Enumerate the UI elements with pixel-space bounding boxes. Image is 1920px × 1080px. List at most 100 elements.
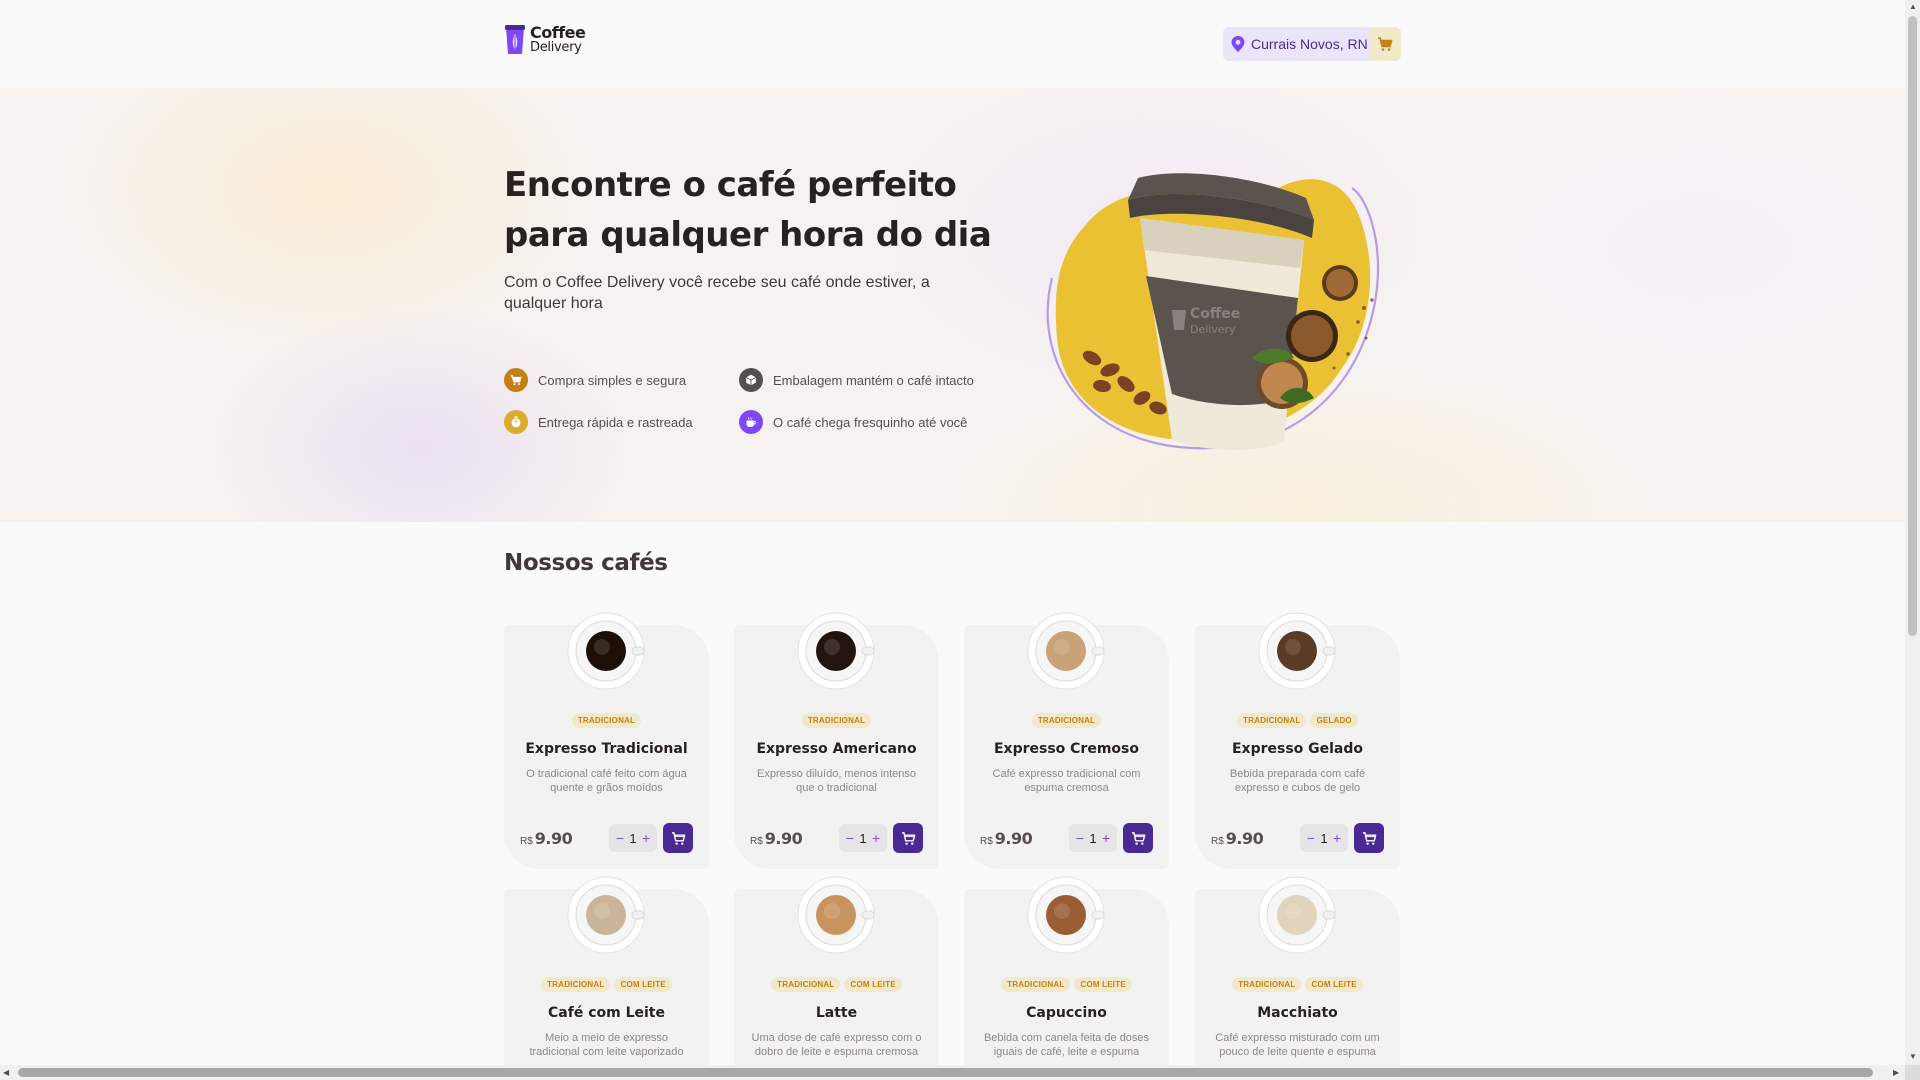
- add-to-cart-button[interactable]: [1354, 823, 1384, 853]
- horizontal-scrollbar[interactable]: ◀ ▶: [0, 1065, 1905, 1080]
- product-tags: TRADICIONAL: [964, 713, 1169, 728]
- quantity-stepper[interactable]: − 1 +: [839, 824, 887, 852]
- product-tags: TRADICIONAL COM LEITE: [734, 977, 939, 992]
- product-name: Café com Leite: [548, 1005, 665, 1021]
- product-name: Capuccino: [1026, 1005, 1107, 1021]
- product-tag: TRADICIONAL: [1232, 977, 1302, 992]
- product-name: Macchiato: [1257, 1005, 1338, 1021]
- price-currency: R$: [1211, 835, 1224, 847]
- feature-item: Compra simples e segura: [504, 368, 739, 392]
- price-value: 9.90: [994, 828, 1033, 848]
- cart-button[interactable]: [1369, 27, 1401, 61]
- hero-section: Encontre o café perfeito para qualquer h…: [0, 88, 1905, 522]
- coffee-cup-image: [567, 612, 645, 690]
- quantity-stepper[interactable]: − 1 +: [1300, 824, 1348, 852]
- product-tag: COM LEITE: [614, 977, 672, 992]
- product-price: R$ 9.90: [750, 829, 803, 848]
- add-to-cart-button[interactable]: [1123, 823, 1153, 853]
- minus-icon[interactable]: −: [846, 830, 854, 846]
- coffee-cup-image: [797, 876, 875, 954]
- product-tags: TRADICIONAL COM LEITE: [964, 977, 1169, 992]
- price-value: 9.90: [534, 828, 573, 848]
- product-tag: TRADICIONAL: [771, 977, 841, 992]
- logo-text-coffee: Coffee: [530, 23, 586, 42]
- quantity-value: 1: [1320, 830, 1328, 846]
- plus-icon[interactable]: +: [872, 830, 880, 846]
- product-tag: COM LEITE: [1074, 977, 1132, 992]
- feature-label: Compra simples e segura: [538, 372, 687, 388]
- product-description: Café expresso tradicional com espuma cre…: [992, 768, 1141, 794]
- product-actions: R$ 9.90 − 1 +: [980, 823, 1153, 853]
- plus-icon[interactable]: +: [642, 830, 650, 846]
- product-name: Latte: [815, 1005, 858, 1021]
- coffee-cup-image: [797, 612, 875, 690]
- product-tag: TRADICIONAL: [1031, 713, 1102, 728]
- quantity-value: 1: [1089, 830, 1097, 846]
- coffee-cup-image: [1258, 612, 1336, 690]
- product-card: TRADICIONAL GELADO Expresso Gelado Bebida…: [1195, 612, 1400, 869]
- product-card: TRADICIONAL Expresso Americano Expresso …: [734, 612, 939, 869]
- product-tag: COM LEITE: [1305, 977, 1363, 992]
- product-card: TRADICIONAL COM LEITE Capuccino Bebida co…: [964, 876, 1169, 1065]
- features-list: Compra simples e segura Embalagem mantém…: [504, 368, 1024, 434]
- product-description: Meio a meio de expresso tradicional com …: [529, 1032, 684, 1058]
- product-description: Expresso diluído, menos intenso que o tr…: [757, 768, 916, 794]
- price-value: 9.90: [1225, 828, 1264, 848]
- cup-logo-text-2: Delivery: [1190, 323, 1236, 336]
- scroll-right-arrow-icon[interactable]: ▶: [1893, 1068, 1899, 1077]
- quantity-stepper[interactable]: − 1 +: [609, 824, 657, 852]
- coffee-icon: [739, 410, 763, 434]
- minus-icon[interactable]: −: [1076, 830, 1084, 846]
- logo[interactable]: Coffee Delivery: [504, 23, 586, 56]
- minus-icon[interactable]: −: [616, 830, 624, 846]
- product-tag: GELADO: [1310, 713, 1358, 728]
- package-icon: [739, 368, 763, 392]
- cart-icon: [671, 831, 685, 845]
- product-price: R$ 9.90: [1211, 828, 1264, 848]
- scrollbar-corner: [1905, 1065, 1920, 1080]
- product-description: Bebida com canela feita de doses iguais …: [983, 1032, 1150, 1058]
- plus-icon[interactable]: +: [1102, 830, 1110, 846]
- cup-logo-text: Coffee: [1190, 306, 1240, 322]
- product-tags: TRADICIONAL: [504, 713, 709, 728]
- product-description: Bebida preparada com café expresso e cub…: [1229, 768, 1366, 794]
- vertical-scroll-thumb[interactable]: [1908, 16, 1917, 636]
- product-card: TRADICIONAL COM LEITE Café com Leite Meio…: [504, 876, 709, 1065]
- product-price: R$ 9.90: [520, 828, 573, 848]
- scroll-down-arrow-icon[interactable]: ▼: [1909, 1052, 1917, 1061]
- price-currency: R$: [980, 835, 993, 847]
- map-pin-icon: [1231, 36, 1245, 52]
- scroll-up-arrow-icon[interactable]: ▲: [1909, 2, 1917, 11]
- product-actions: R$ 9.90 − 1 +: [520, 823, 693, 853]
- product-price: R$ 9.90: [980, 828, 1033, 848]
- product-tag: TRADICIONAL: [571, 713, 642, 728]
- location-button[interactable]: Currais Novos, RN: [1223, 27, 1376, 61]
- header: Coffee Delivery Currais Novos, RN: [0, 0, 1905, 88]
- coffee-cup-logo-icon: [505, 25, 525, 54]
- product-tags: TRADICIONAL COM LEITE: [504, 977, 709, 992]
- product-card: TRADICIONAL Expresso Tradicional O tradi…: [504, 612, 709, 869]
- feature-label: Embalagem mantém o café intacto: [773, 372, 974, 388]
- scroll-left-arrow-icon[interactable]: ◀: [3, 1068, 9, 1077]
- vertical-scrollbar[interactable]: ▲ ▼: [1905, 0, 1920, 1065]
- feature-label: O café chega fresquinho até você: [773, 414, 968, 430]
- coffee-cup-image: [1027, 876, 1105, 954]
- add-to-cart-button[interactable]: [893, 823, 923, 853]
- product-tag: TRADICIONAL: [1237, 713, 1307, 728]
- add-to-cart-button[interactable]: [663, 823, 693, 853]
- product-card: TRADICIONAL COM LEITE Macchiato Café expr…: [1195, 876, 1400, 1065]
- quantity-value: 1: [859, 830, 867, 846]
- product-description: Uma dose de café expresso com o dobro de…: [751, 1032, 922, 1058]
- minus-icon[interactable]: −: [1307, 830, 1315, 846]
- plus-icon[interactable]: +: [1333, 830, 1341, 846]
- hero-coffee-cup-illustration: Coffee Delivery: [1046, 173, 1379, 450]
- coffee-cup-image: [1027, 612, 1105, 690]
- quantity-stepper[interactable]: − 1 +: [1069, 824, 1117, 852]
- horizontal-scroll-thumb[interactable]: [18, 1068, 1873, 1077]
- feature-item: O café chega fresquinho até você: [739, 410, 999, 434]
- cart-icon: [1362, 831, 1376, 845]
- product-tags: TRADICIONAL GELADO: [1195, 713, 1400, 728]
- product-tags: TRADICIONAL: [734, 713, 939, 728]
- cart-icon: [1378, 37, 1393, 51]
- quantity-value: 1: [629, 830, 637, 846]
